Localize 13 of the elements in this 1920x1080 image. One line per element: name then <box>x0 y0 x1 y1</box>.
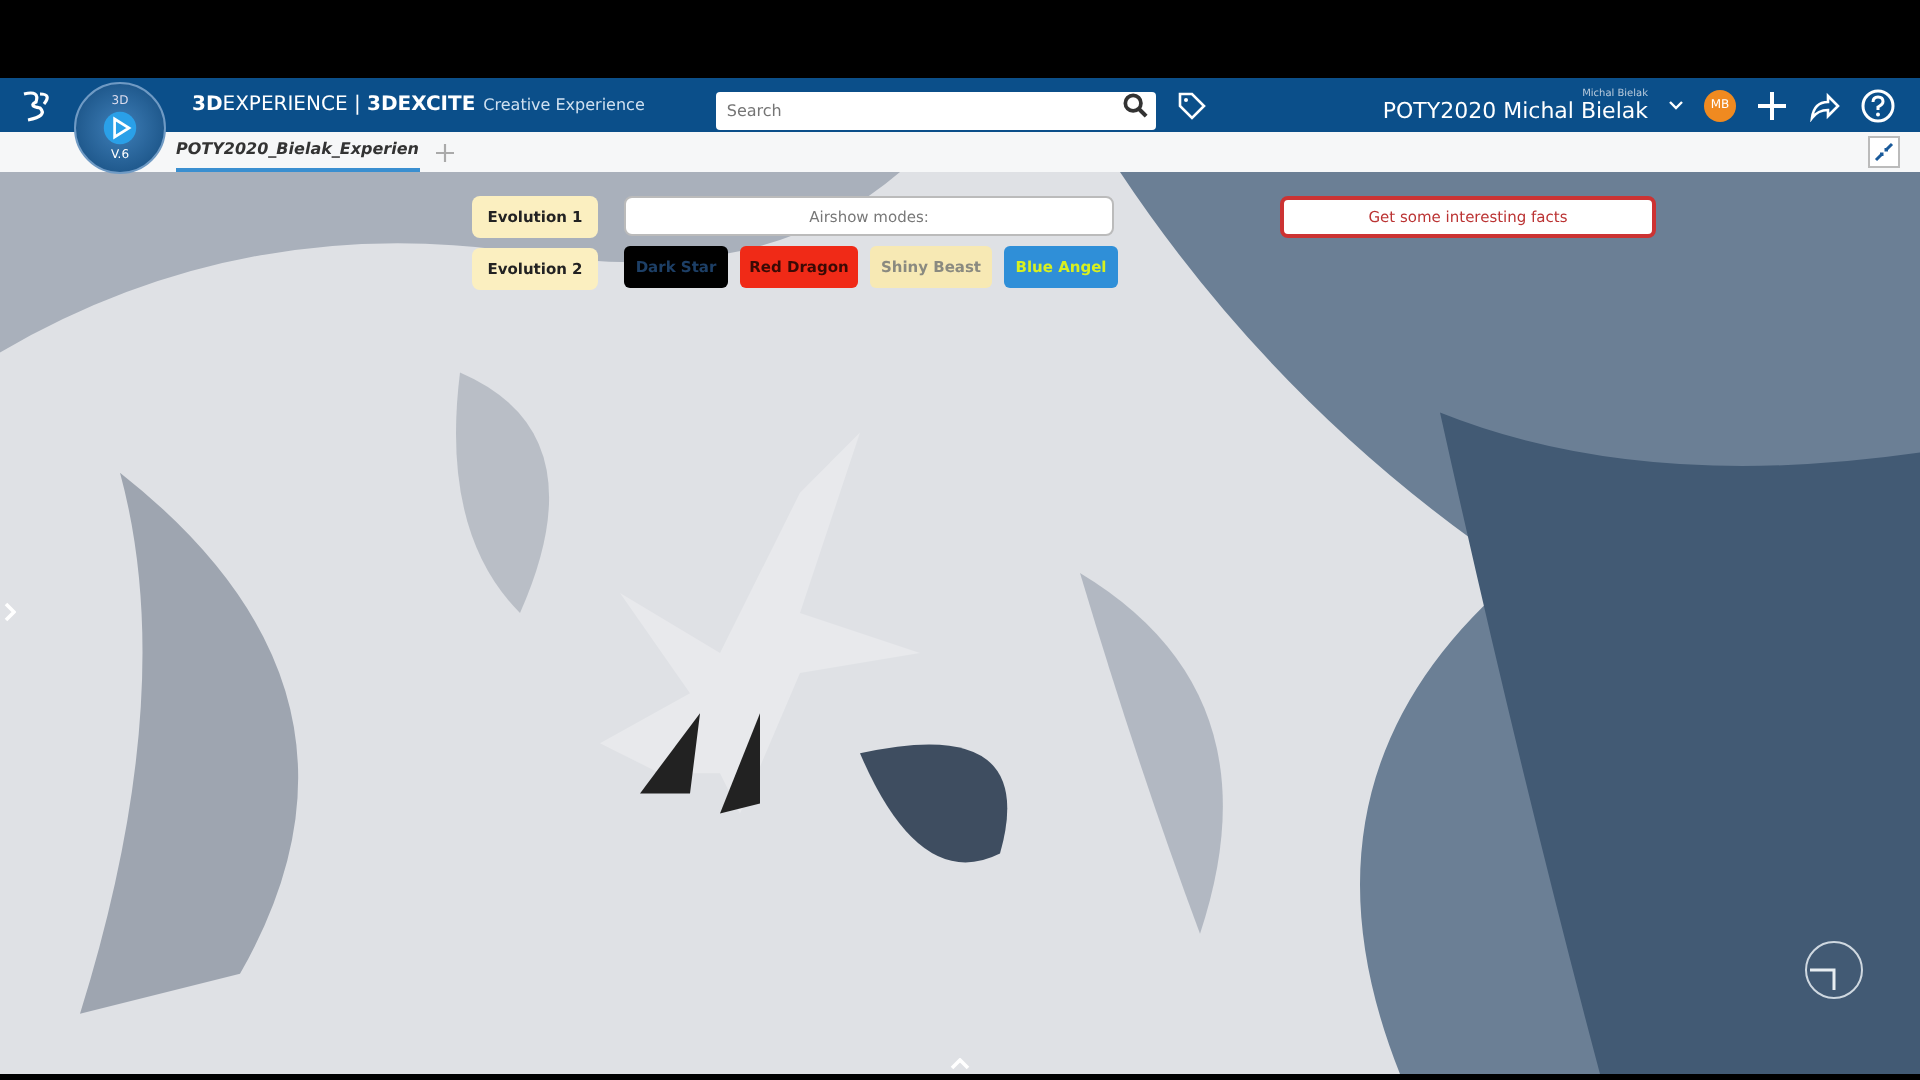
collapse-icon[interactable] <box>1868 136 1900 168</box>
play-icon <box>102 110 138 146</box>
search-icon[interactable] <box>1122 92 1149 118</box>
share-icon[interactable] <box>1808 89 1840 121</box>
search-field[interactable]: Search <box>716 92 1157 130</box>
app-subtitle: Creative Experience <box>483 96 645 114</box>
navigation-compass-icon[interactable] <box>1802 938 1866 1002</box>
brand-title: 3DEXPERIENCE | 3DEXCITE <box>192 94 476 116</box>
chevron-down-icon[interactable] <box>1668 100 1684 110</box>
add-icon[interactable] <box>1756 89 1788 121</box>
user-menu[interactable]: POTY2020 Michal Bielak <box>1382 99 1648 121</box>
tag-icon[interactable] <box>1176 89 1209 121</box>
help-icon[interactable] <box>1860 87 1896 123</box>
